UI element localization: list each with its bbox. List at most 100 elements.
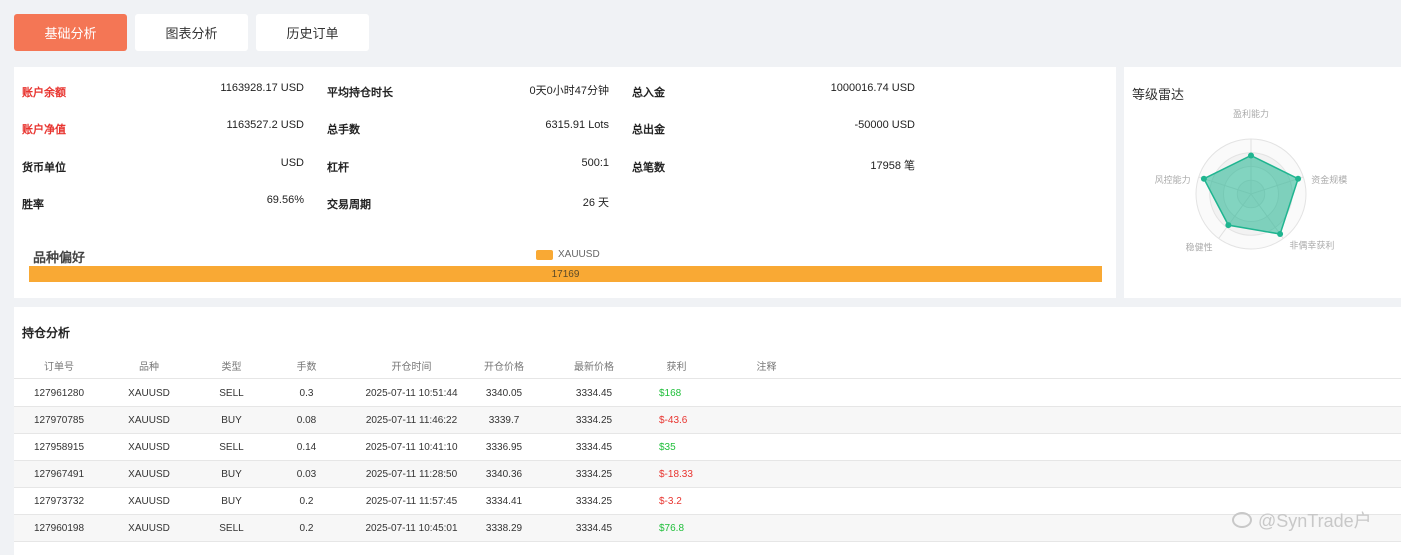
table-header: 订单号 品种 类型 手数 开仓时间 开仓价格 最新价格 获利 注释 xyxy=(14,352,1401,379)
radar-point xyxy=(1225,222,1232,229)
cell-open-price: 3340.05 xyxy=(485,387,523,399)
symbol-preference-title: 品种偏好 xyxy=(33,250,86,265)
tab-chart-analysis[interactable]: 图表分析 xyxy=(135,14,248,51)
table-row[interactable]: 127960198 XAUUSD SELL 0.2 2025-07-11 10:45:0… xyxy=(14,515,1401,542)
leverage-label: 杠杆 xyxy=(327,162,349,174)
table-row[interactable]: 127967491 XAUUSD BUY 0.03 2025-07-11 11:28:5… xyxy=(14,461,1401,488)
deposit-label: 总入金 xyxy=(632,87,665,99)
positions-panel: 持仓分析 订单号 品种 类型 手数 开仓时间 开仓价格 最新价格 获利 注释 1… xyxy=(14,307,1401,555)
radar-point xyxy=(1200,175,1207,182)
cell-symbol: XAUUSD xyxy=(128,495,170,507)
cell-lots: 0.08 xyxy=(296,414,317,426)
cell-order-id: 127973732 xyxy=(33,495,85,507)
withdraw-label: 总出金 xyxy=(632,124,665,136)
withdraw-value: -50000 USD xyxy=(854,119,915,131)
equity-label: 账户净值 xyxy=(22,124,66,136)
balance-label: 账户余额 xyxy=(22,87,66,99)
cell-type: SELL xyxy=(219,387,244,399)
radar-axis-label: 资金规模 xyxy=(1311,174,1347,185)
cell-symbol: XAUUSD xyxy=(128,468,170,480)
cell-open-price: 3336.95 xyxy=(485,441,523,453)
cell-order-id: 127960198 xyxy=(33,522,85,534)
avg-hold-value: 0天0小时47分钟 xyxy=(529,85,609,97)
cell-symbol: XAUUSD xyxy=(128,522,170,534)
cell-open-price: 3338.29 xyxy=(485,522,523,534)
cell-profit: $-18.33 xyxy=(659,468,693,480)
col-open-price: 开仓价格 xyxy=(484,361,524,373)
legend-swatch xyxy=(536,249,553,260)
equity-value: 1163527.2 USD xyxy=(226,119,304,131)
radar-axis-label: 稳健性 xyxy=(1186,241,1213,252)
leverage-value: 500:1 xyxy=(581,157,609,169)
col-comment: 注释 xyxy=(756,361,777,373)
cell-open-time: 2025-07-11 11:28:50 xyxy=(365,468,458,480)
cell-type: BUY xyxy=(221,468,242,480)
cell-open-time: 2025-07-11 10:51:44 xyxy=(365,387,458,399)
cell-open-price: 3340.36 xyxy=(485,468,523,480)
avg-hold-label: 平均持仓时长 xyxy=(327,87,393,99)
table-row[interactable]: 127970785 XAUUSD BUY 0.08 2025-07-11 11:46:2… xyxy=(14,407,1401,434)
col-profit: 获利 xyxy=(666,361,687,373)
win-rate-label: 胜率 xyxy=(22,199,44,211)
bar-value-label: 17169 xyxy=(551,268,580,280)
cell-lots: 0.14 xyxy=(296,441,317,453)
cell-order-id: 127958915 xyxy=(33,441,85,453)
table-row[interactable]: 127973732 XAUUSD BUY 0.2 2025-07-11 11:57:45… xyxy=(14,488,1401,515)
cell-order-id: 127970785 xyxy=(33,414,85,426)
cell-symbol: XAUUSD xyxy=(128,387,170,399)
currency-value: USD xyxy=(280,157,304,169)
radar-axis-label: 盈利能力 xyxy=(1233,108,1269,119)
radar-chart: 盈利能力资金规模非偶幸获利 稳健性 风控能力 xyxy=(1155,108,1348,252)
radar-point xyxy=(1248,152,1254,159)
radar-axis-label: 风控能力 xyxy=(1155,174,1191,185)
radar-point xyxy=(1295,175,1302,182)
cell-open-price: 3339.7 xyxy=(488,414,520,426)
radar-point xyxy=(1277,231,1284,238)
cell-open-time: 2025-07-11 10:45:01 xyxy=(365,522,458,534)
cell-latest-price: 3334.25 xyxy=(575,468,613,480)
cell-type: BUY xyxy=(221,495,242,507)
trades-label: 总笔数 xyxy=(632,162,665,174)
win-rate-value: 69.56% xyxy=(266,194,304,206)
cell-lots: 0.2 xyxy=(299,522,314,534)
table-row[interactable]: 127958915 XAUUSD SELL 0.14 2025-07-11 10:41:… xyxy=(14,434,1401,461)
symbol-legend[interactable]: XAUUSD xyxy=(536,249,600,260)
watermark: @SynTrade户 xyxy=(1232,507,1372,533)
cell-type: BUY xyxy=(221,414,242,426)
table-row[interactable]: 127961280 XAUUSD SELL 0.3 2025-07-11 10:51:4… xyxy=(14,380,1401,407)
col-order-id: 订单号 xyxy=(44,361,74,373)
col-symbol: 品种 xyxy=(139,361,159,373)
cell-latest-price: 3334.25 xyxy=(575,414,613,426)
trades-value: 17958 笔 xyxy=(870,160,915,172)
currency-label: 货币单位 xyxy=(22,162,66,174)
cell-profit: $168 xyxy=(659,387,682,399)
cell-latest-price: 3334.45 xyxy=(575,522,613,534)
grade-radar-panel: 等级雷达 盈利能力 资金规模 非偶幸获利 稳健性 风控能力 xyxy=(1124,67,1401,298)
radar-axis-label: 非偶幸获利 xyxy=(1289,239,1334,250)
positions-title: 持仓分析 xyxy=(22,326,71,340)
cell-symbol: XAUUSD xyxy=(128,414,170,426)
cell-order-id: 127967491 xyxy=(33,468,85,480)
cell-profit: $76.8 xyxy=(659,522,685,534)
cell-lots: 0.03 xyxy=(296,468,317,480)
cell-order-id: 127961280 xyxy=(33,387,85,399)
cell-open-price: 3334.41 xyxy=(485,495,523,507)
tab-basic-analysis[interactable]: 基础分析 xyxy=(14,14,127,51)
cell-open-time: 2025-07-11 10:41:10 xyxy=(365,441,458,453)
tab-history-orders[interactable]: 历史订单 xyxy=(256,14,369,51)
cell-profit: $-3.2 xyxy=(659,495,682,507)
cell-type: SELL xyxy=(219,441,244,453)
legend-label: XAUUSD xyxy=(558,249,600,260)
tab-bar: 基础分析 图表分析 历史订单 xyxy=(14,14,369,51)
period-value: 26 天 xyxy=(582,197,609,209)
col-lots: 手数 xyxy=(296,361,317,373)
cell-type: SELL xyxy=(219,522,244,534)
symbol-preference-bar[interactable]: 17169 xyxy=(29,266,1102,282)
col-open-time: 开仓时间 xyxy=(391,361,432,373)
deposit-value: 1000016.74 USD xyxy=(830,82,915,94)
cell-open-time: 2025-07-11 11:57:45 xyxy=(365,495,458,507)
cell-latest-price: 3334.45 xyxy=(575,387,613,399)
balance-value: 1163928.17 USD xyxy=(220,82,304,94)
period-label: 交易周期 xyxy=(327,199,371,211)
wechat-icon xyxy=(1232,512,1252,528)
